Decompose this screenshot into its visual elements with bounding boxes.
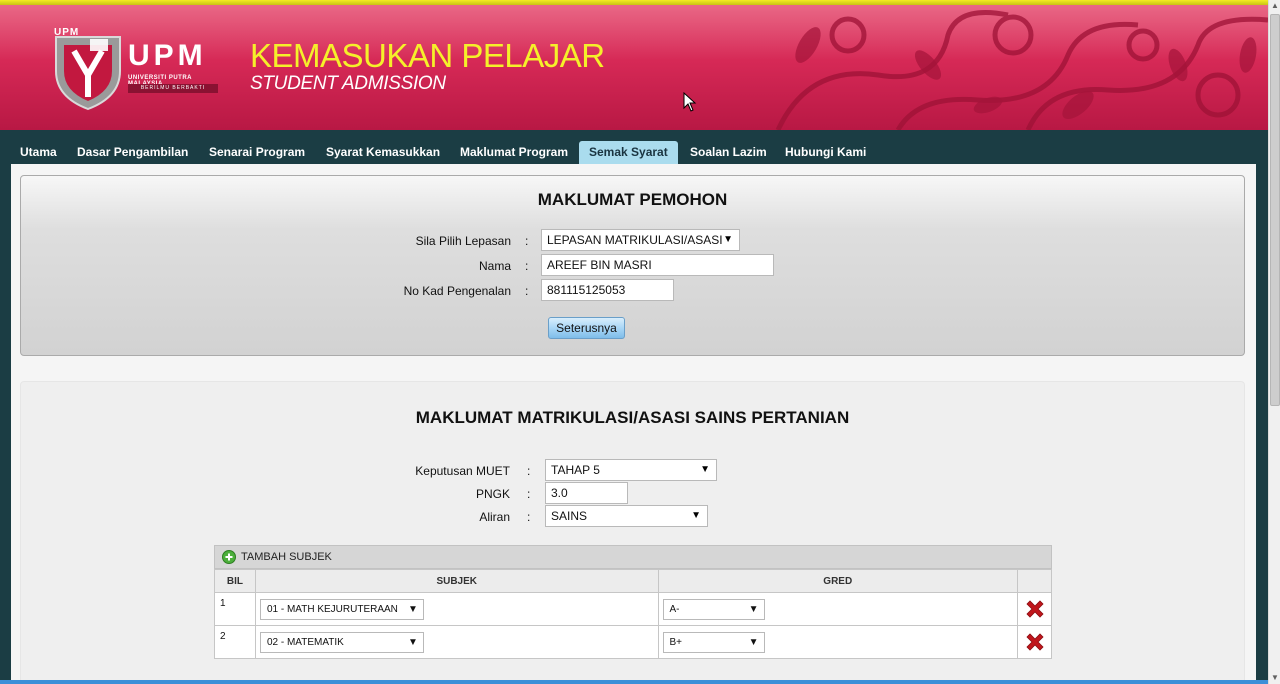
- taskbar-strip: [0, 680, 1268, 684]
- subject-select[interactable]: 02 - MATEMATIK ▼: [259, 631, 424, 653]
- scrollbar-thumb[interactable]: [1270, 14, 1280, 406]
- site-subtitle: STUDENT ADMISSION: [250, 73, 446, 94]
- row-action-cell: [1017, 625, 1052, 659]
- logo-letters: UPM: [128, 39, 207, 72]
- tab-maklumat-program[interactable]: Maklumat Program: [450, 141, 578, 164]
- tab-semak-syarat[interactable]: Semak Syarat: [579, 141, 678, 164]
- scroll-up-arrow-icon[interactable]: ▲: [1270, 0, 1280, 12]
- lepasan-select[interactable]: LEPASAN MATRIKULASI/ASASI ▼: [541, 229, 740, 251]
- add-subject-button[interactable]: TAMBAH SUBJEK: [214, 545, 1052, 569]
- main-content: MAKLUMAT PEMOHON Sila Pilih Lepasan : LE…: [11, 164, 1256, 684]
- site-title: KEMASUKAN PELAJAR: [250, 37, 605, 74]
- row-bil: 1: [214, 592, 256, 626]
- applicant-panel-title: MAKLUMAT PEMOHON: [537, 190, 728, 209]
- main-navigation: Utama Dasar Pengambilan Senarai Program …: [0, 130, 1268, 164]
- row-subjek-cell: 02 - MATEMATIK ▼: [254, 625, 659, 659]
- header-banner: UPM UPM UNIVERSITI PUTRA MALAYSIA BERILM…: [0, 5, 1268, 130]
- page-scrollbar[interactable]: ▲ ▼: [1268, 0, 1280, 684]
- scroll-down-arrow-icon[interactable]: ▼: [1270, 672, 1280, 684]
- delete-x-icon[interactable]: [1024, 598, 1046, 620]
- pngk-colon: :: [527, 487, 531, 501]
- tab-dasar-pengambilan[interactable]: Dasar Pengambilan: [67, 141, 198, 164]
- lepasan-colon: :: [525, 234, 529, 248]
- header-action: [1017, 569, 1052, 593]
- table-row: 1 01 - MATH KEJURUTERAAN ▼ A- ▼: [214, 592, 1052, 626]
- chevron-down-icon: ▼: [408, 636, 418, 648]
- grade-select[interactable]: B+ ▼: [662, 631, 765, 653]
- ic-colon: :: [525, 284, 529, 298]
- nama-label: Nama: [478, 259, 511, 273]
- aliran-select[interactable]: SAINS ▼: [545, 505, 708, 527]
- row-bil: 2: [214, 625, 256, 659]
- grade-select[interactable]: A- ▼: [662, 598, 765, 620]
- next-button[interactable]: Seterusnya: [548, 317, 625, 339]
- chevron-down-icon: ▼: [748, 603, 759, 615]
- table-row: 2 02 - MATEMATIK ▼ B+ ▼: [214, 625, 1052, 659]
- tab-syarat-kemasukkan[interactable]: Syarat Kemasukkan: [316, 141, 450, 164]
- matrikulasi-panel-title: MAKLUMAT MATRIKULASI/ASASI SAINS PERTANI…: [415, 408, 850, 427]
- header-subjek: SUBJEK: [254, 569, 659, 593]
- pngk-label: PNGK: [475, 487, 510, 501]
- chevron-down-icon: ▼: [748, 636, 759, 648]
- tab-senarai-program[interactable]: Senarai Program: [199, 141, 315, 164]
- subject-select[interactable]: 01 - MATH KEJURUTERAAN ▼: [259, 598, 424, 620]
- lepasan-label: Sila Pilih Lepasan: [415, 234, 511, 248]
- row-subjek-cell: 01 - MATH KEJURUTERAAN ▼: [254, 592, 659, 626]
- ic-label: No Kad Pengenalan: [403, 284, 511, 298]
- ic-input[interactable]: 881115125053: [541, 279, 674, 301]
- header-gred: GRED: [657, 569, 1018, 593]
- row-action-cell: [1017, 592, 1052, 626]
- row-gred-cell: A- ▼: [657, 592, 1018, 626]
- subjects-table: BIL SUBJEK GRED 1 01 - MATH KEJURUTERAAN…: [214, 569, 1052, 659]
- header-bil: BIL: [214, 569, 256, 593]
- aliran-colon: :: [527, 510, 531, 524]
- aliran-label: Aliran: [479, 510, 510, 524]
- pngk-input[interactable]: 3.0: [545, 482, 628, 504]
- nama-input[interactable]: AREEF BIN MASRI: [541, 254, 774, 276]
- logo-motto: BERILMU BERBAKTI: [128, 84, 218, 93]
- applicant-panel: MAKLUMAT PEMOHON Sila Pilih Lepasan : LE…: [20, 175, 1245, 356]
- tab-utama[interactable]: Utama: [10, 141, 67, 164]
- upm-logo[interactable]: UPM UPM UNIVERSITI PUTRA MALAYSIA BERILM…: [52, 27, 222, 111]
- chevron-down-icon: ▼: [700, 464, 710, 475]
- mouse-cursor-icon: [683, 92, 697, 112]
- row-gred-cell: B+ ▼: [657, 625, 1018, 659]
- upm-crest-icon: [55, 36, 121, 111]
- muet-colon: :: [527, 464, 531, 478]
- chevron-down-icon: ▼: [723, 234, 733, 245]
- add-circle-icon: [222, 550, 236, 564]
- floral-ornament-icon: [775, 10, 1268, 130]
- tab-hubungi-kami[interactable]: Hubungi Kami: [775, 141, 876, 164]
- nama-colon: :: [525, 259, 529, 273]
- muet-select[interactable]: TAHAP 5 ▼: [545, 459, 717, 481]
- delete-x-icon[interactable]: [1024, 631, 1046, 653]
- matrikulasi-panel: MAKLUMAT MATRIKULASI/ASASI SAINS PERTANI…: [20, 381, 1245, 684]
- chevron-down-icon: ▼: [408, 603, 418, 615]
- tab-soalan-lazim[interactable]: Soalan Lazim: [680, 141, 777, 164]
- add-subject-label: TAMBAH SUBJEK: [241, 551, 332, 563]
- muet-label: Keputusan MUET: [415, 464, 510, 478]
- chevron-down-icon: ▼: [691, 510, 701, 521]
